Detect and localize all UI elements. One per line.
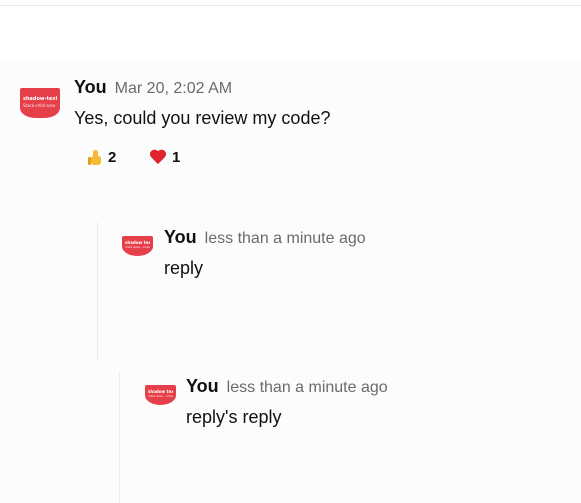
message-timestamp: less than a minute ago [204,230,366,247]
top-divider [0,5,581,6]
message-header: You less than a minute ago [164,227,366,248]
reaction-count: 2 [108,148,117,166]
message-timestamp: Mar 20, 2:02 AM [114,80,233,97]
message-text: reply's reply [186,407,282,427]
avatar[interactable]: shadow texts child area · code [145,385,176,405]
message-text: reply [164,258,204,278]
message-header: You Mar 20, 2:02 AM [74,77,232,98]
avatar[interactable]: shadow‑texts Stack‑child area · 2023 [20,88,60,118]
thread-line [97,222,98,360]
message-text: Yes, could you review my code? [74,108,331,128]
reaction-count: 1 [172,148,181,166]
message-timestamp: less than a minute ago [226,379,388,396]
author-name[interactable]: You [74,77,107,97]
avatar-subcaption: child area · code [148,394,173,398]
thumbs-up-icon [88,149,102,165]
reaction-heart[interactable]: 1 [150,146,180,168]
avatar-caption: shadow‑texts [23,96,57,102]
author-name[interactable]: You [164,227,197,247]
author-name[interactable]: You [186,376,219,396]
message-header: You less than a minute ago [186,376,388,397]
thread-line [119,372,120,503]
avatar-subcaption: child area · code [125,245,150,249]
heart-icon [150,150,166,164]
avatar-subcaption: Stack‑child area · 2023 [23,103,57,108]
reaction-thumbs-up[interactable]: 2 [88,146,116,168]
avatar[interactable]: shadow texts child area · code [122,236,153,256]
